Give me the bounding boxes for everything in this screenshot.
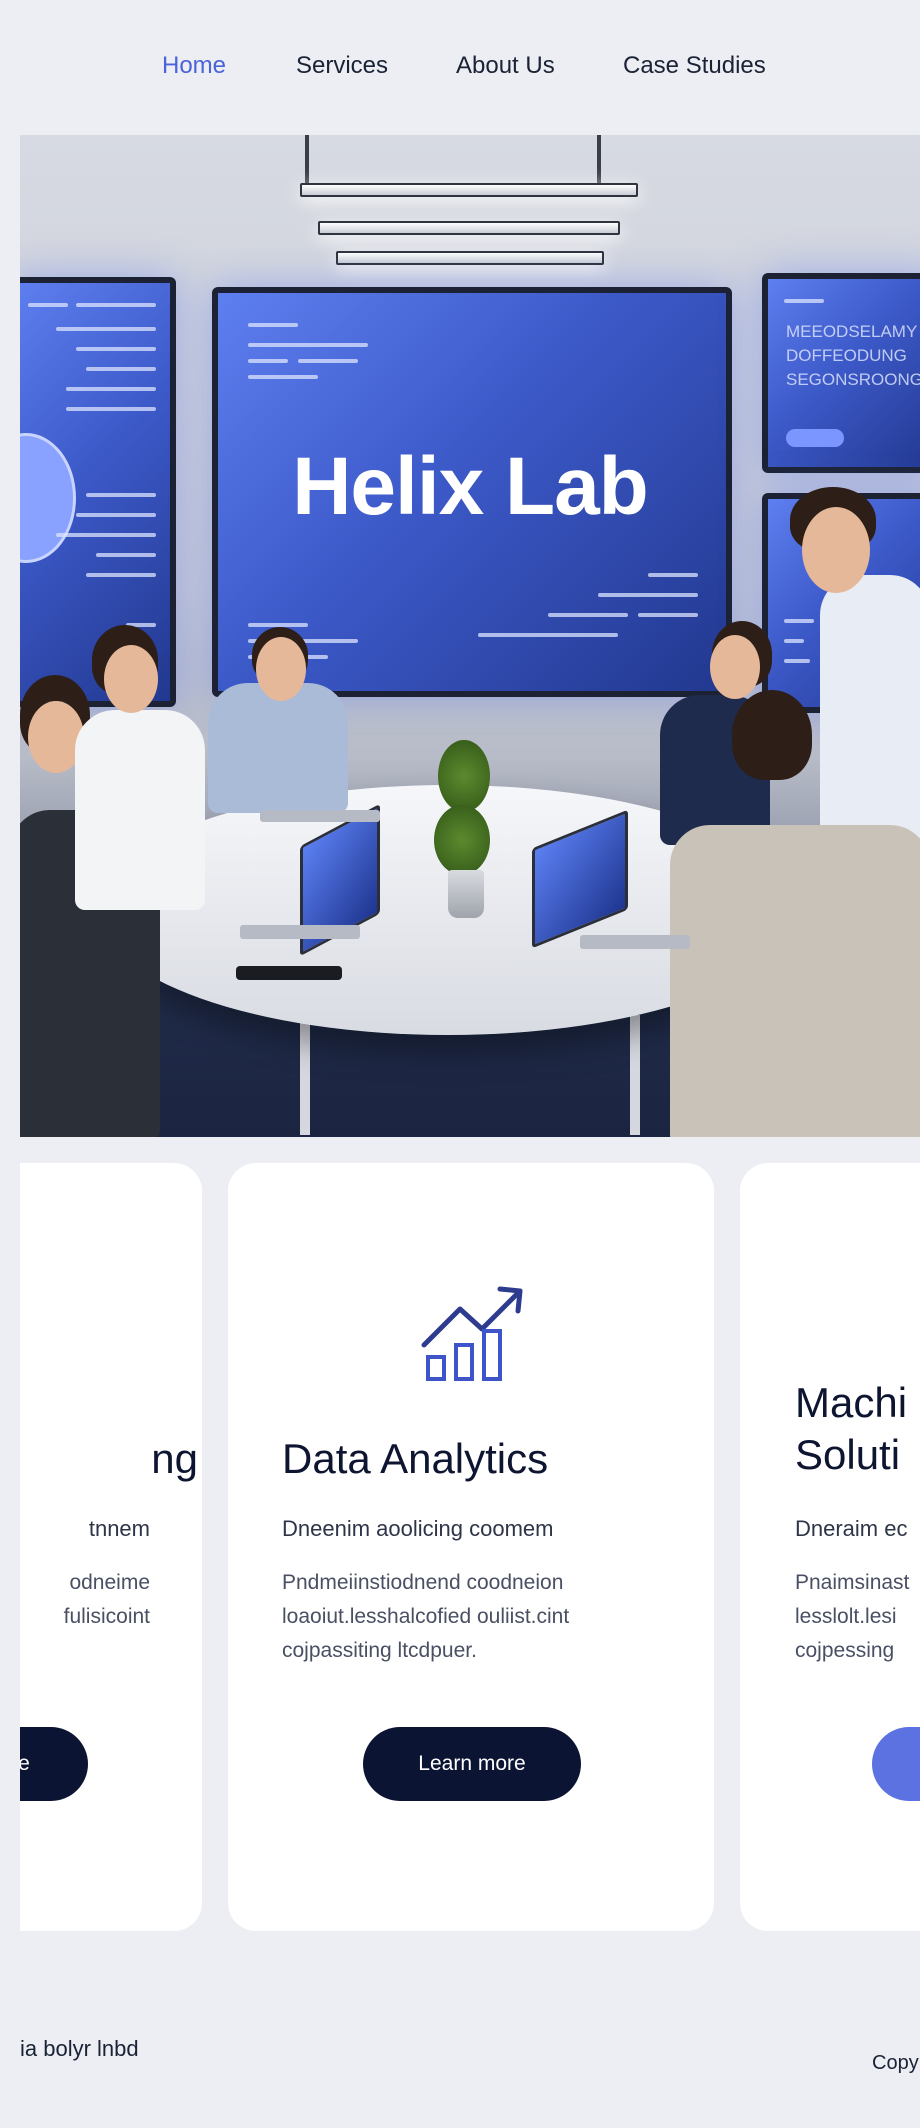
table-leg (300, 1015, 310, 1135)
services-cards: ng tnnem odneime fulisicoint e Data Anal… (20, 1137, 920, 1987)
nav-link-case-studies[interactable]: Case Studies (623, 52, 766, 80)
nav-link-services[interactable]: Services (296, 52, 388, 80)
learn-more-button[interactable]: e (20, 1727, 88, 1801)
light-rod (597, 135, 601, 183)
nav-link-about-us[interactable]: About Us (456, 52, 555, 80)
screen-text-line: DOFFEODUNG (786, 346, 907, 365)
card-title-line: Soluti (795, 1431, 901, 1478)
service-card-machine-solutions: Machi Soluti Dneraim ec Pnaimsinast less… (740, 1163, 920, 1931)
screen-button-pill (786, 429, 844, 447)
learn-more-button[interactable] (872, 1727, 920, 1801)
phone (236, 966, 342, 980)
card-body-line: cojpassiting ltcdpuer. (282, 1639, 477, 1662)
person-woman-beige (670, 825, 920, 1137)
card-subtitle: tnnem (88, 1516, 150, 1541)
card-body-line: Pndmeiinstiodnend coodneion (282, 1571, 564, 1594)
nav-link-home[interactable]: Home (162, 52, 226, 80)
page: Home Services About Us Case Studies Heli… (20, 0, 920, 2128)
plant (438, 740, 490, 812)
person-man-blue-jacket (208, 683, 348, 813)
top-navigation: Home Services About Us Case Studies (20, 0, 920, 135)
screen-text-line: MEEODSELAMY (786, 322, 918, 341)
right-display-screen: MEEODSELAMY DOFFEODUNG SEGONSROONG (762, 273, 920, 473)
ceiling-light (318, 221, 620, 235)
learn-more-button[interactable]: Learn more (363, 1727, 581, 1801)
card-title: ng (151, 1435, 198, 1482)
card-body-line: odneime (69, 1571, 150, 1594)
card-body-line: Pnaimsinast (795, 1571, 910, 1594)
card-title: Data Analytics (282, 1435, 549, 1482)
card-subtitle: Dneraim ec (795, 1516, 908, 1541)
card-title-line: Machi (795, 1379, 908, 1426)
table-leg (630, 1015, 640, 1135)
footer-copyright: Copy (872, 2052, 919, 2074)
person-woman-white-shirt (75, 710, 205, 910)
card-body-line: lesslolt.lesi (795, 1605, 897, 1628)
service-card-left: ng tnnem odneime fulisicoint e (20, 1163, 202, 1931)
service-card-data-analytics: Data Analytics Dneenim aoolicing coomem … (228, 1163, 714, 1931)
footer-text: ia bolyr lnbd (20, 2036, 139, 2061)
plant (434, 805, 490, 875)
card-body-line: loaoiut.lesshalcofied ouliist.cint (282, 1605, 570, 1628)
ceiling-light (300, 183, 638, 197)
analytics-chart-icon (421, 1286, 523, 1381)
light-rod (305, 135, 309, 183)
plant-pot (448, 870, 484, 918)
card-body-line: fulisicoint (63, 1605, 150, 1628)
card-body-line: cojpessing (795, 1639, 895, 1662)
ceiling-light (336, 251, 604, 265)
screen-text-line: SEGONSROONG (786, 370, 920, 389)
card-subtitle: Dneenim aoolicing coomem (282, 1516, 554, 1541)
hero-image: Helix Lab MEEODSELAMY DOFFEODUNG SEGONSR… (20, 135, 920, 1137)
